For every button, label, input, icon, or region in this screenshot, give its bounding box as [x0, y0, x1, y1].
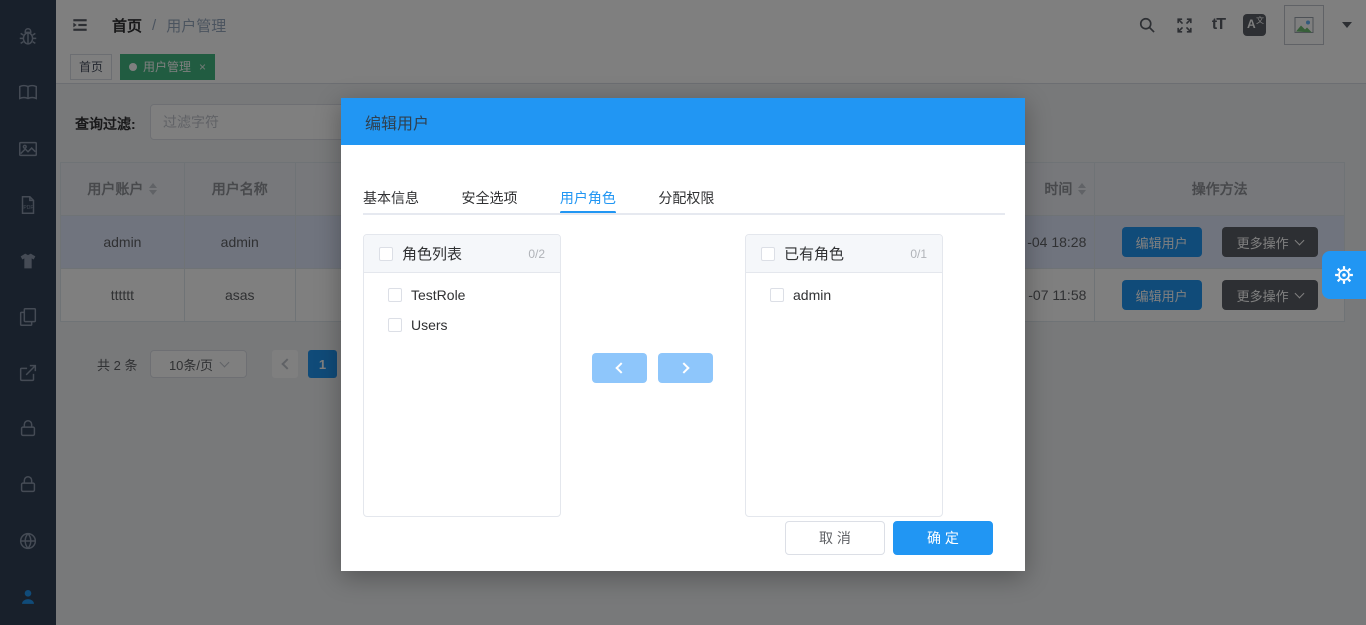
- list-item[interactable]: Users: [364, 310, 560, 340]
- transfer-source-header: 角色列表 0/2: [364, 235, 560, 273]
- dialog-tabs: 基本信息 安全选项 用户角色 分配权限: [363, 188, 1005, 215]
- chevron-right-icon: [678, 362, 689, 373]
- list-item[interactable]: TestRole: [364, 280, 560, 310]
- select-all-checkbox[interactable]: [379, 247, 393, 261]
- item-checkbox[interactable]: [388, 318, 402, 332]
- transfer-target-list: admin: [746, 273, 942, 310]
- list-item[interactable]: admin: [746, 280, 942, 310]
- transfer-source-list: TestRole Users: [364, 273, 560, 340]
- transfer-to-left-button[interactable]: [592, 353, 647, 383]
- edit-user-dialog: 编辑用户 基本信息 安全选项 用户角色 分配权限 角色列表 0/2 TestRo…: [341, 98, 1025, 571]
- dialog-title: 编辑用户: [365, 110, 429, 134]
- item-checkbox[interactable]: [770, 288, 784, 302]
- panel-count: 0/2: [528, 247, 545, 261]
- panel-count: 0/1: [910, 247, 927, 261]
- chevron-left-icon: [615, 362, 626, 373]
- transfer-source-panel: 角色列表 0/2 TestRole Users: [363, 234, 561, 517]
- transfer-to-right-button[interactable]: [658, 353, 713, 383]
- item-checkbox[interactable]: [388, 288, 402, 302]
- transfer-target-header: 已有角色 0/1: [746, 235, 942, 273]
- transfer-target-panel: 已有角色 0/1 admin: [745, 234, 943, 517]
- settings-gear-button[interactable]: [1322, 251, 1366, 299]
- confirm-button[interactable]: 确 定: [893, 521, 993, 555]
- dialog-header: 编辑用户: [341, 98, 1025, 145]
- cancel-button[interactable]: 取 消: [785, 521, 885, 555]
- panel-title: 角色列表: [402, 243, 462, 264]
- tabs-track: [363, 213, 1005, 215]
- select-all-checkbox[interactable]: [761, 247, 775, 261]
- gear-icon: [1332, 263, 1356, 287]
- panel-title: 已有角色: [784, 243, 844, 264]
